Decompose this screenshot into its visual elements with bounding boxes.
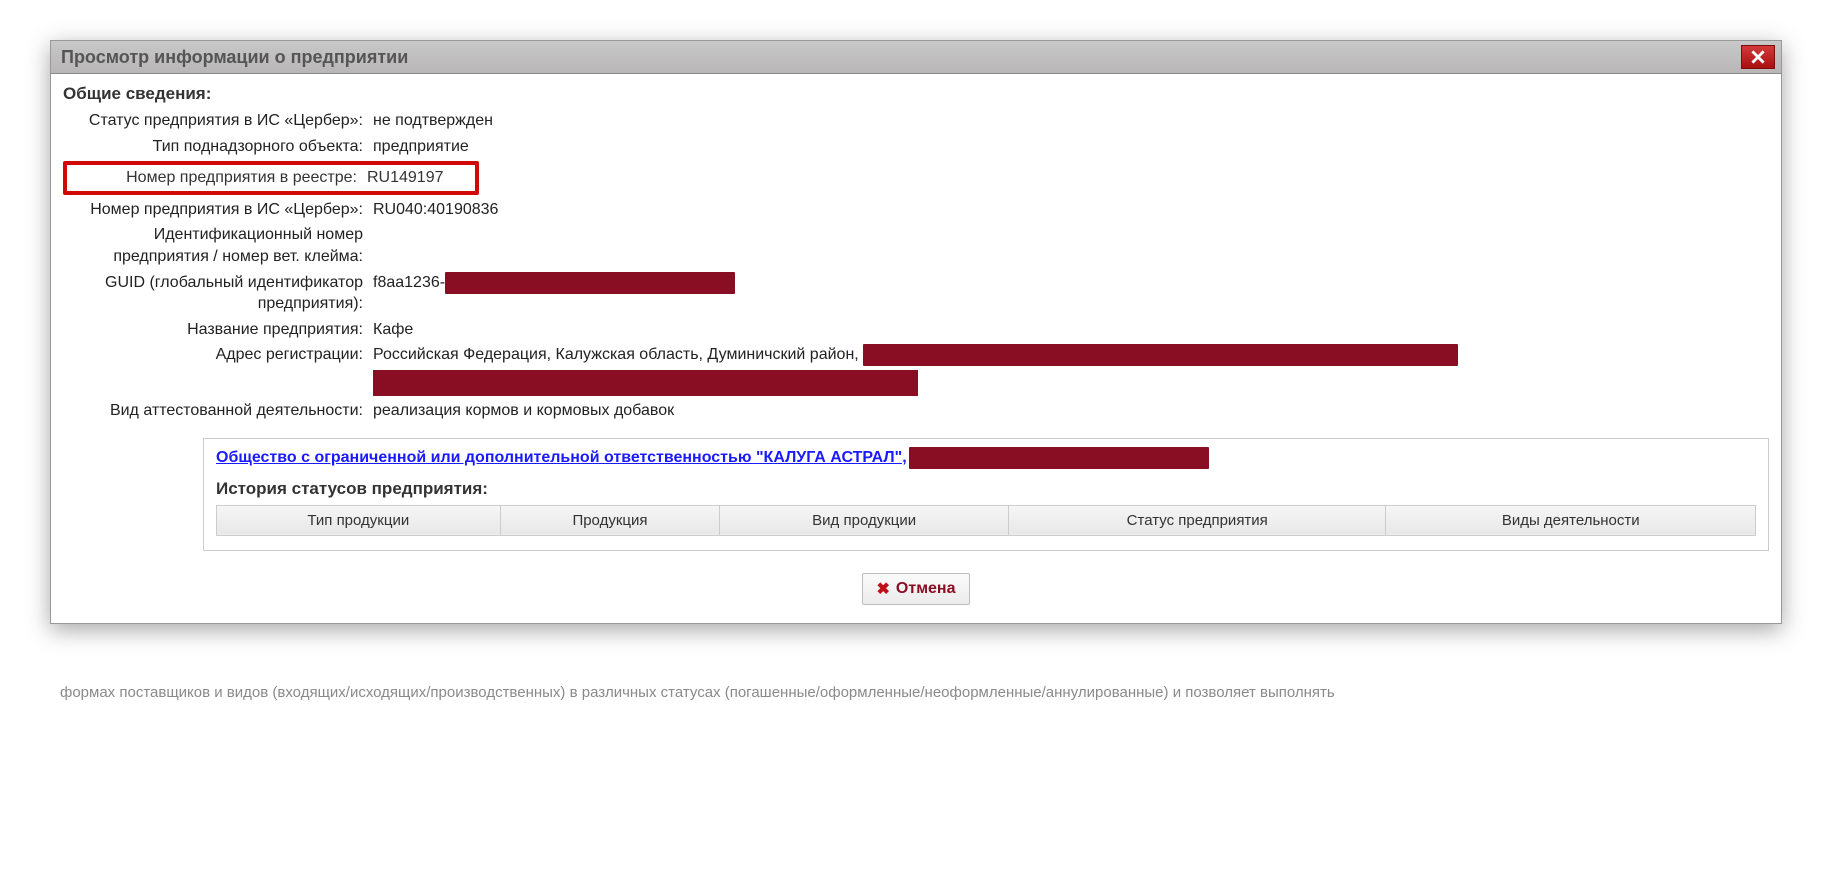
value-status: не подтвержден — [373, 110, 1769, 132]
col-product-kind: Вид продукции — [720, 505, 1009, 535]
label-registration-address: Адрес регистрации: — [63, 344, 373, 366]
redaction-company — [909, 447, 1209, 469]
dialog-body: Общие сведения: Статус предприятия в ИС … — [51, 74, 1781, 623]
background-page-text: формах поставщиков и видов (входящих/исх… — [60, 684, 1335, 701]
value-registration-address: Российская Федерация, Калужская область,… — [373, 344, 1769, 396]
dialog-footer: ✖ Отмена — [63, 573, 1769, 605]
value-activity-type: реализация кормов и кормовых добавок — [373, 400, 1769, 422]
col-product-type: Тип продукции — [217, 505, 501, 535]
history-table: Тип продукции Продукция Вид продукции Ст… — [216, 505, 1756, 536]
label-guid: GUID (глобальный идентификатор предприят… — [63, 272, 373, 315]
label-id-number: Идентификационный номер предприятия / но… — [63, 224, 373, 267]
row-guid: GUID (глобальный идентификатор предприят… — [63, 272, 1769, 315]
label-enterprise-name: Название предприятия: — [63, 319, 373, 341]
row-status: Статус предприятия в ИС «Цербер»: не под… — [63, 110, 1769, 132]
row-activity-type: Вид аттестованной деятельности: реализац… — [63, 400, 1769, 422]
row-registration-address: Адрес регистрации: Российская Федерация,… — [63, 344, 1769, 396]
close-button[interactable] — [1741, 45, 1775, 69]
col-activity-kinds: Виды деятельности — [1386, 505, 1756, 535]
row-object-type: Тип поднадзорного объекта: предприятие — [63, 136, 1769, 158]
col-enterprise-status: Статус предприятия — [1009, 505, 1386, 535]
label-registry-number: Номер предприятия в реестре: — [69, 167, 367, 189]
value-cerber-number: RU040:40190836 — [373, 199, 1769, 221]
guid-visible-part: f8aa1236- — [373, 274, 445, 291]
enterprise-info-dialog: Просмотр информации о предприятии Общие … — [50, 40, 1782, 624]
label-status: Статус предприятия в ИС «Цербер»: — [63, 110, 373, 132]
cancel-x-icon: ✖ — [877, 579, 890, 599]
col-product: Продукция — [500, 505, 720, 535]
value-object-type: предприятие — [373, 136, 1769, 158]
label-cerber-number: Номер предприятия в ИС «Цербер»: — [63, 199, 373, 221]
company-row: Общество с ограниченной или дополнительн… — [216, 447, 1756, 469]
close-icon — [1751, 50, 1765, 64]
redaction-guid — [445, 272, 735, 294]
company-history-panel: Общество с ограниченной или дополнительн… — [203, 438, 1769, 551]
history-header-row: Тип продукции Продукция Вид продукции Ст… — [217, 505, 1756, 535]
company-link[interactable]: Общество с ограниченной или дополнительн… — [216, 449, 907, 467]
redaction-address-1 — [863, 344, 1458, 366]
row-cerber-number: Номер предприятия в ИС «Цербер»: RU040:4… — [63, 199, 1769, 221]
row-id-number: Идентификационный номер предприятия / но… — [63, 224, 1769, 267]
address-visible-part: Российская Федерация, Калужская область,… — [373, 347, 859, 364]
dialog-title: Просмотр информации о предприятии — [61, 47, 408, 68]
redaction-address-2 — [373, 370, 918, 396]
row-enterprise-name: Название предприятия: Кафе — [63, 319, 1769, 341]
row-registry-number-highlighted: Номер предприятия в реестре: RU149197 — [63, 161, 479, 195]
label-activity-type: Вид аттестованной деятельности: — [63, 400, 373, 422]
cancel-button[interactable]: ✖ Отмена — [862, 573, 971, 605]
cancel-button-label: Отмена — [896, 580, 956, 598]
value-guid: f8aa1236- — [373, 272, 1769, 294]
history-title: История статусов предприятия: — [216, 479, 1756, 499]
value-enterprise-name: Кафе — [373, 319, 1769, 341]
label-object-type: Тип поднадзорного объекта: — [63, 136, 373, 158]
dialog-title-bar: Просмотр информации о предприятии — [51, 41, 1781, 74]
section-title-general: Общие сведения: — [63, 84, 1769, 104]
value-registry-number: RU149197 — [367, 167, 473, 189]
